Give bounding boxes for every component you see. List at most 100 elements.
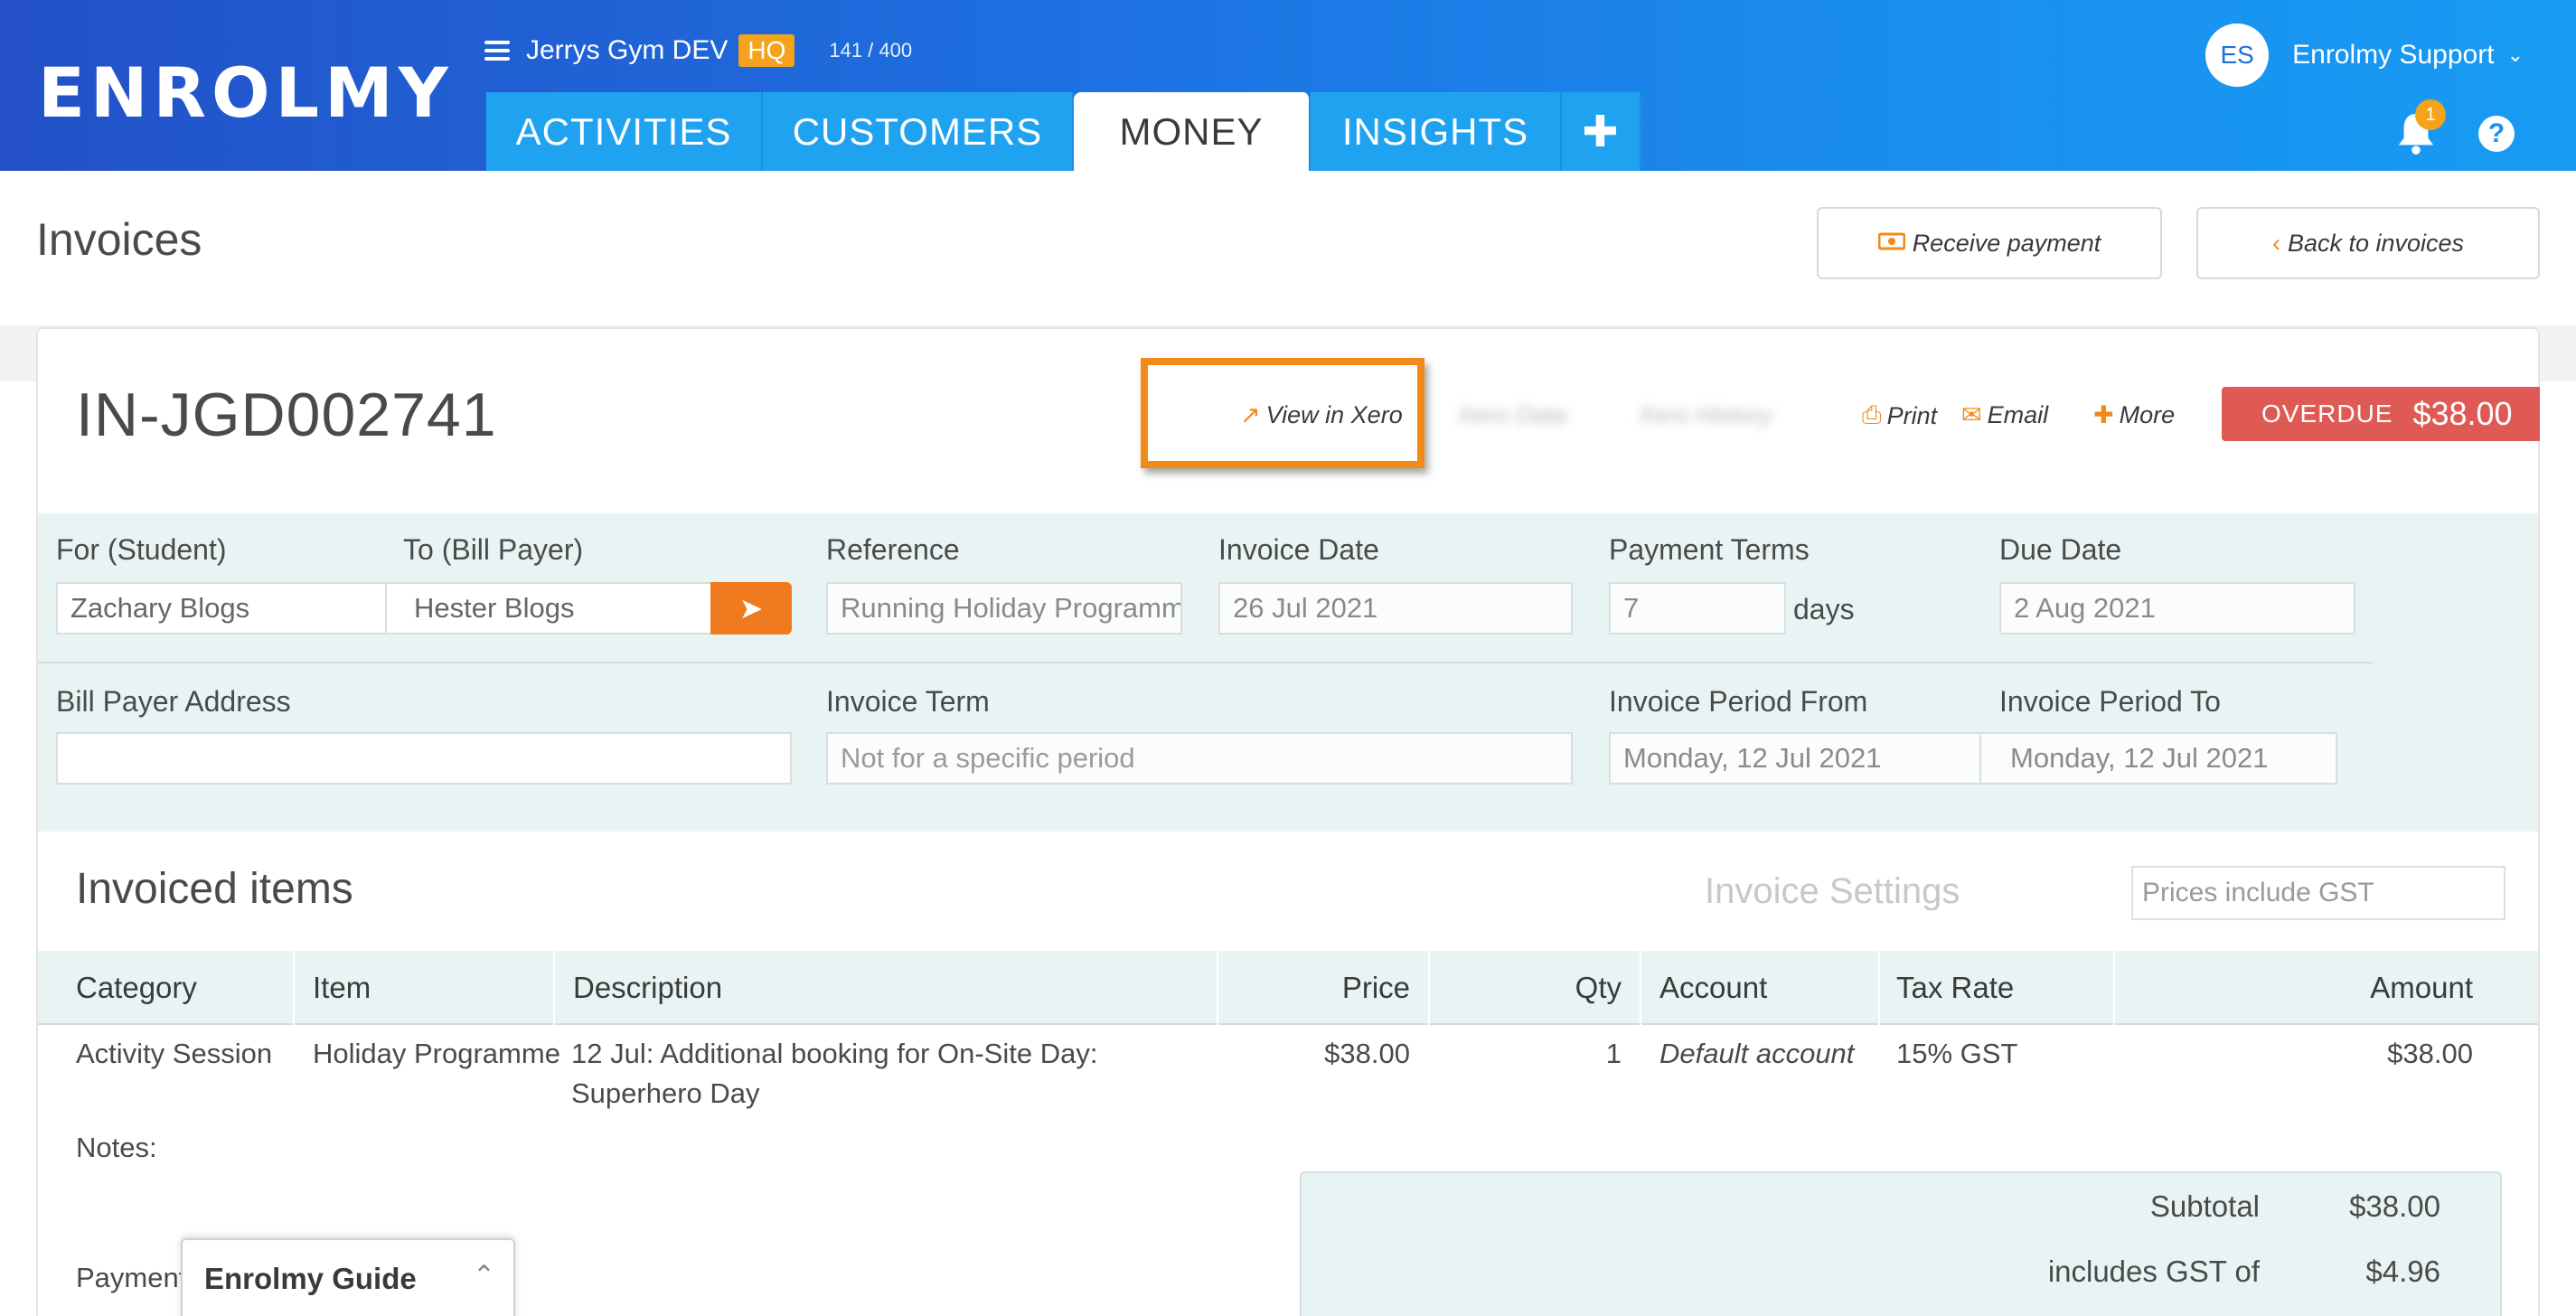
totals-panel: Subtotal $38.00 includes GST of $4.96 [1300, 1171, 2502, 1316]
xero-history-link[interactable]: Xero History [1638, 401, 1772, 429]
row-item: Holiday Programme [313, 1038, 560, 1069]
tab-customers[interactable]: CUSTOMERS [763, 92, 1074, 171]
tab-money[interactable]: MONEY [1074, 92, 1311, 171]
column-separator [2113, 951, 2115, 1025]
chevron-left-icon: ‹ [2271, 229, 2280, 257]
bill-payer-address-input[interactable] [56, 732, 792, 785]
notes-label: Notes: [76, 1132, 157, 1163]
invoice-card: IN-JGD002741 ↗ View in Xero Xero Data Xe… [36, 327, 2540, 1316]
xero-data-label: Xero Data [1457, 401, 1567, 428]
student-field[interactable]: Zachary Blogs [56, 582, 387, 634]
column-separator [1640, 951, 1641, 1025]
enrolmy-logo[interactable]: ENROLMY [38, 52, 454, 133]
print-link[interactable]: ⎙ Print [1862, 401, 1937, 430]
column-price: Price [1341, 971, 1410, 1004]
payment-label: Payment [76, 1262, 187, 1293]
reference-label: Reference [826, 533, 960, 566]
guide-title[interactable]: Enrolmy Guide [204, 1262, 417, 1296]
invoice-period-from-label: Invoice Period From [1609, 685, 1868, 718]
column-separator [1217, 951, 1218, 1025]
column-separator [1878, 951, 1880, 1025]
column-separator [553, 951, 555, 1025]
back-to-invoices-button[interactable]: ‹ Back to invoices [2196, 207, 2540, 279]
tab-activities[interactable]: ACTIVITIES [486, 92, 763, 171]
row-description-line1: 12 Jul: Additional booking for On-Site D… [571, 1038, 1098, 1069]
chevron-up-icon[interactable]: ⌃ [473, 1260, 495, 1292]
hq-badge: HQ [738, 34, 795, 67]
status-badge: OVERDUE $38.00 [2222, 387, 2540, 441]
column-qty: Qty [1575, 971, 1622, 1004]
to-bill-payer-label: To (Bill Payer) [403, 533, 584, 566]
column-category: Category [76, 971, 197, 1004]
invoiced-items-title: Invoiced items [76, 865, 353, 913]
form-divider [38, 662, 2372, 663]
envelope-icon: ✉ [1961, 401, 1982, 428]
for-student-label: For (Student) [56, 533, 227, 566]
tab-insights[interactable]: INSIGHTS [1311, 92, 1562, 171]
column-tax-rate: Tax Rate [1896, 971, 2015, 1004]
row-price: $38.00 [1324, 1038, 1410, 1069]
enrolmy-guide-widget[interactable]: Enrolmy Guide ⌃ [181, 1238, 515, 1316]
status-amount: $38.00 [2412, 395, 2513, 432]
invoice-term-label: Invoice Term [826, 685, 990, 718]
xero-history-label: Xero History [1638, 401, 1772, 428]
column-description: Description [573, 971, 723, 1004]
member-count: 141 / 400 [829, 39, 913, 61]
subtotal-value: $38.00 [2349, 1189, 2440, 1223]
subtotal-label: Subtotal [2149, 1189, 2260, 1223]
xero-data-link[interactable]: Xero Data [1457, 401, 1567, 429]
help-icon[interactable]: ? [2478, 116, 2515, 152]
invoice-period-to-label: Invoice Period To [1999, 685, 2221, 718]
invoice-period-from-input[interactable]: Monday, 12 Jul 2021 [1609, 732, 1981, 785]
notification-count-badge: 1 [2415, 99, 2446, 130]
invoice-settings-link[interactable]: Invoice Settings [1705, 871, 1960, 912]
organisation-switcher[interactable]: Jerrys Gym DEV HQ 141 / 400 [484, 34, 912, 67]
external-link-icon: ↗ [1240, 401, 1261, 428]
main-tabs: ACTIVITIES CUSTOMERS MONEY INSIGHTS ✚ [486, 92, 1641, 171]
column-separator [293, 951, 295, 1025]
hamburger-menu-icon[interactable] [484, 41, 510, 61]
top-navigation-bar: ENROLMY Jerrys Gym DEV HQ 141 / 400 ACTI… [0, 0, 2576, 171]
invoice-period-to-input[interactable]: Monday, 12 Jul 2021 [1979, 732, 2337, 785]
printer-icon: ⎙ [1862, 401, 1882, 428]
arrow-right-icon: ➤ [738, 592, 764, 625]
organisation-name[interactable]: Jerrys Gym DEV [526, 35, 728, 66]
row-description-line2: Superhero Day [571, 1077, 760, 1109]
column-item: Item [313, 971, 371, 1004]
items-table-header: Category Item Description Price Qty Acco… [38, 951, 2538, 1025]
email-link[interactable]: ✉ Email [1961, 401, 2048, 429]
view-in-xero-link[interactable]: ↗ View in Xero [1240, 401, 1403, 429]
chevron-down-icon[interactable]: ⌄ [2507, 43, 2524, 67]
payment-terms-label: Payment Terms [1609, 533, 1810, 566]
due-date-input[interactable]: 2 Aug 2021 [1999, 582, 2355, 634]
money-icon [1877, 230, 1906, 258]
receive-payment-label: Receive payment [1912, 229, 2101, 257]
reference-input[interactable]: Running Holiday Programme [826, 582, 1182, 634]
receive-payment-button[interactable]: Receive payment [1817, 207, 2162, 279]
invoice-number: IN-JGD002741 [76, 381, 497, 449]
bill-payer-field[interactable]: Hester Blogs [385, 582, 712, 634]
payment-terms-input[interactable]: 7 [1609, 582, 1786, 634]
bill-payer-go-button[interactable]: ➤ [710, 582, 792, 634]
view-in-xero-label: View in Xero [1265, 401, 1403, 428]
invoice-term-select[interactable]: Not for a specific period [826, 732, 1573, 785]
column-account: Account [1659, 971, 1768, 1004]
row-category: Activity Session [76, 1038, 273, 1069]
invoice-date-label: Invoice Date [1218, 533, 1379, 566]
gst-mode-select[interactable]: Prices include GST [2131, 866, 2505, 920]
user-menu[interactable]: ES Enrolmy Support ⌄ [2205, 24, 2524, 87]
add-tab-button[interactable]: ✚ [1562, 92, 1641, 171]
column-amount: Amount [2370, 971, 2473, 1004]
gst-label: includes GST of [2047, 1255, 2260, 1288]
user-name[interactable]: Enrolmy Support [2292, 40, 2494, 70]
row-tax-rate: 15% GST [1896, 1038, 2018, 1069]
avatar[interactable]: ES [2205, 24, 2270, 87]
due-date-label: Due Date [1999, 533, 2122, 566]
invoice-date-input[interactable]: 26 Jul 2021 [1218, 582, 1573, 634]
gst-value: $4.96 [2365, 1255, 2440, 1288]
print-label: Print [1886, 401, 1938, 429]
more-link[interactable]: ✚ More [2093, 401, 2175, 429]
row-amount: $38.00 [2387, 1038, 2473, 1069]
back-to-invoices-label: Back to invoices [2287, 229, 2465, 257]
row-qty: 1 [1605, 1038, 1622, 1069]
